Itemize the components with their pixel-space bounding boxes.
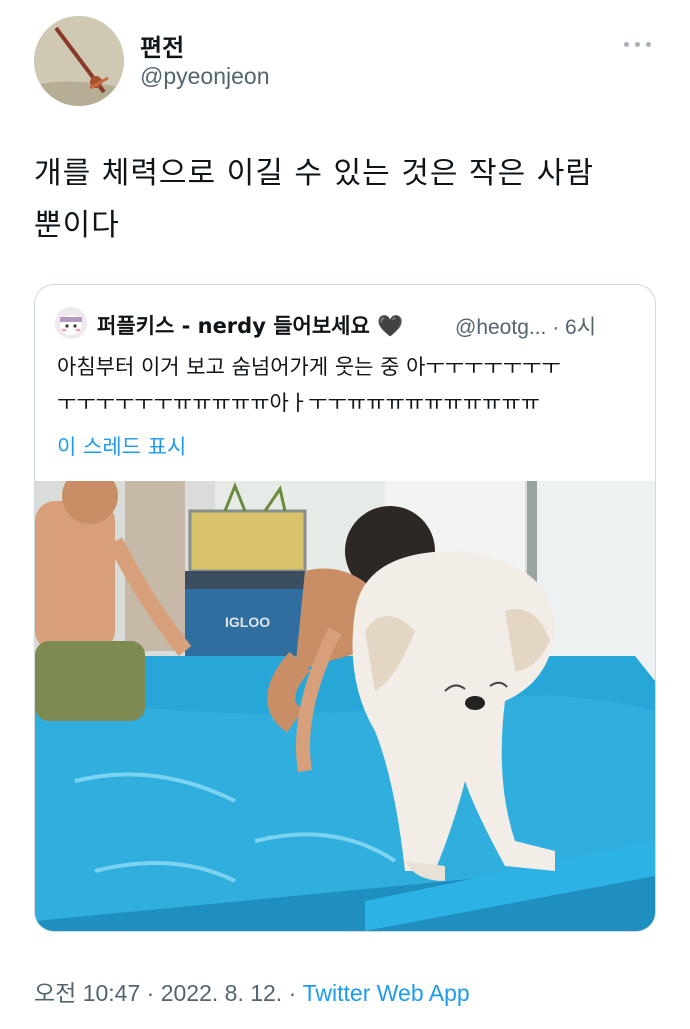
author-handle[interactable]: @pyeonjeon (140, 63, 270, 90)
avatar-image (34, 16, 124, 106)
quoted-tweet[interactable]: 퍼플키스 - nerdy 들어보세요 🖤 @heotg... · 6시 아침부터… (34, 284, 656, 932)
quoted-photo[interactable]: IGLOO (35, 481, 655, 931)
tweet-footer: 오전 10:47 · 2022. 8. 12. · Twitter Web Ap… (34, 974, 470, 1008)
tweet-text-line: 뿐이다 (34, 208, 120, 243)
quoted-text-line: ㅜㅜㅜㅜㅜㅜㅠㅠㅠㅠㅠ아ㅏㅜㅜㅠㅠㅠㅠㅠㅠㅠㅠㅠㅠ (57, 391, 540, 415)
cooler-brand-label: IGLOO (225, 614, 270, 630)
tweet-timestamp[interactable]: 오전 10:47 · 2022. 8. 12. · (34, 980, 303, 1006)
quoted-avatar[interactable] (55, 307, 87, 339)
quoted-text-line: 아침부터 이거 보고 숨넘어가게 웃는 중 아ㅜㅜㅜㅜㅜㅜㅜ (57, 355, 561, 379)
show-thread-link[interactable]: 이 스레드 표시 (57, 431, 186, 461)
author-avatar[interactable] (34, 16, 124, 106)
tweet-text-line: 개를 체력으로 이길 수 있는 것은 작은 사람 (34, 156, 594, 191)
quoted-avatar-image (55, 307, 87, 339)
source-app-link[interactable]: Twitter Web App (303, 980, 470, 1006)
quoted-name-text: 퍼플키스 - nerdy 들어보세요 (97, 314, 370, 338)
quoted-author-name[interactable]: 퍼플키스 - nerdy 들어보세요 🖤 (97, 310, 403, 340)
black-heart-icon: 🖤 (377, 314, 404, 338)
author-name[interactable]: 편전 (140, 28, 184, 63)
quoted-text: 아침부터 이거 보고 숨넘어가게 웃는 중 아ㅜㅜㅜㅜㅜㅜㅜ ㅜㅜㅜㅜㅜㅜㅠㅠㅠ… (57, 349, 637, 421)
quoted-handle-time[interactable]: @heotg... · 6시 (455, 311, 596, 341)
tweet-text: 개를 체력으로 이길 수 있는 것은 작은 사람 뿐이다 (34, 148, 664, 252)
more-options-icon[interactable] (624, 34, 658, 54)
